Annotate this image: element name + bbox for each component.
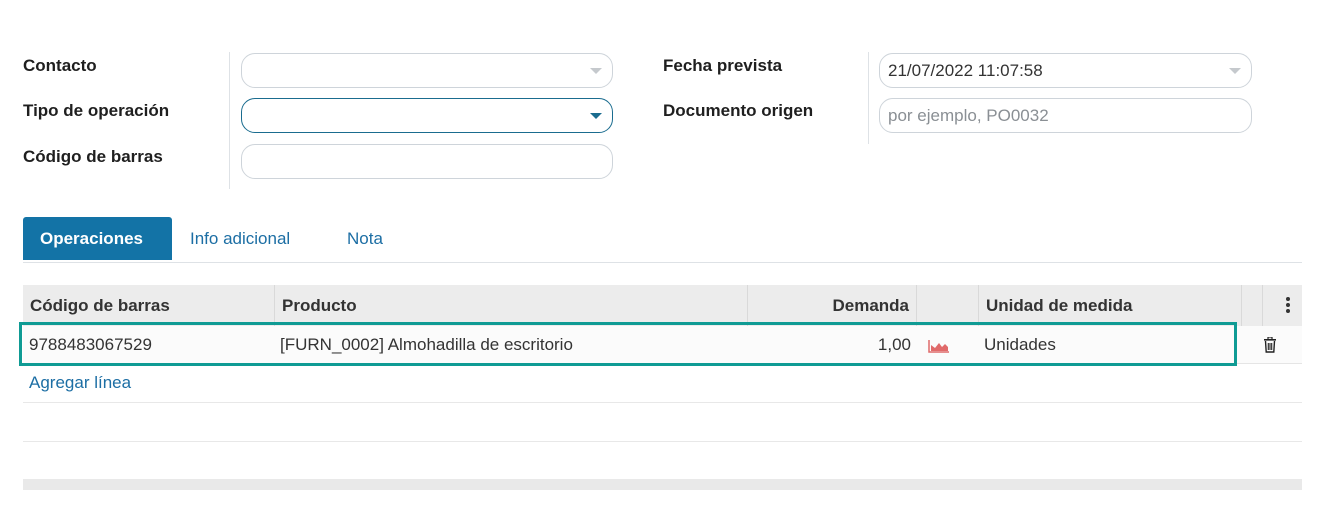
tipo-operacion-select[interactable] (241, 98, 613, 133)
codigo-barras-input[interactable] (241, 144, 613, 179)
horizontal-scrollbar[interactable] (23, 479, 1302, 490)
tipo-operacion-label: Tipo de operación (23, 101, 170, 120)
fecha-prevista-input[interactable]: 21/07/2022 11:07:58 (879, 53, 1252, 88)
right-column-divider (868, 52, 869, 144)
column-header-spacer (1242, 285, 1263, 326)
column-header-demand[interactable]: Demanda (748, 285, 917, 326)
picking-form: Contacto Tipo de operación Código de bar… (0, 0, 1321, 200)
trash-icon[interactable] (1263, 336, 1277, 353)
caret-down-icon (590, 68, 602, 74)
documento-origen-placeholder: por ejemplo, PO0032 (888, 106, 1049, 125)
tab-operaciones[interactable]: Operaciones (23, 217, 172, 260)
add-line-link[interactable]: Agregar línea (29, 373, 131, 393)
empty-row-divider (23, 441, 1302, 442)
fecha-prevista-label: Fecha prevista (663, 56, 783, 75)
fecha-prevista-value: 21/07/2022 11:07:58 (888, 61, 1043, 80)
caret-down-icon (1229, 68, 1241, 74)
documento-origen-input[interactable]: por ejemplo, PO0032 (879, 98, 1252, 133)
tab-nota[interactable]: Nota (330, 217, 400, 260)
contacto-select[interactable] (241, 53, 613, 88)
column-header-barcode[interactable]: Código de barras (23, 285, 275, 326)
left-column-divider (229, 52, 230, 189)
codigo-barras-label: Código de barras (23, 147, 163, 166)
column-header-forecast (917, 285, 979, 326)
documento-origen-label: Documento origen (663, 101, 814, 120)
empty-row-divider (23, 402, 1302, 403)
tab-info-adicional[interactable]: Info adicional (173, 217, 307, 260)
notebook-tabs: Operaciones Info adicional Nota (23, 217, 1302, 263)
contacto-label: Contacto (23, 56, 97, 75)
column-header-product[interactable]: Producto (275, 285, 748, 326)
row-highlight-box (19, 322, 1237, 366)
column-header-uom[interactable]: Unidad de medida (979, 285, 1242, 326)
caret-down-icon (590, 113, 602, 119)
vertical-ellipsis-icon[interactable] (1285, 297, 1291, 315)
table-header: Código de barras Producto Demanda Unidad… (23, 285, 1302, 326)
